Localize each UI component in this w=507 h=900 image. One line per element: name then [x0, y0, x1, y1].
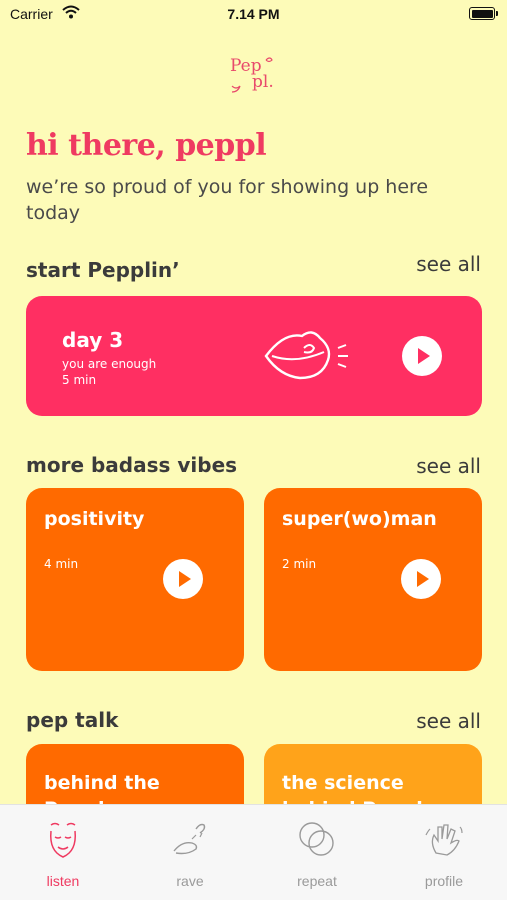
tab-label: repeat	[297, 873, 337, 889]
smiling-face-icon	[50, 822, 76, 858]
session-card-superwoman[interactable]: super(wo)man 2 min	[264, 488, 482, 671]
session-card-duration: 2 min	[282, 557, 317, 571]
see-all-pep-talk-link[interactable]: see all	[416, 709, 481, 733]
tab-repeat[interactable]: repeat	[254, 805, 380, 900]
see-all-start-link[interactable]: see all	[416, 252, 481, 276]
status-bar: Carrier 7.14 PM	[0, 0, 507, 30]
featured-card-subtitle: you are enough	[62, 357, 157, 371]
featured-card-title: day 3	[62, 328, 124, 352]
repeat-circles-icon	[299, 822, 334, 856]
featured-card-duration: 5 min	[62, 373, 97, 387]
session-card-title: positivity	[44, 508, 145, 530]
status-time: 7.14 PM	[227, 6, 280, 22]
lips-doodle-icon	[264, 331, 348, 380]
session-card-duration: 4 min	[44, 557, 79, 571]
peppl-logo: Pep pl.	[222, 54, 284, 98]
page-title: hi there, peppl	[26, 128, 267, 163]
tab-rave[interactable]: rave	[127, 805, 253, 900]
play-icon	[417, 571, 429, 587]
featured-play-button[interactable]	[402, 336, 442, 376]
tab-profile[interactable]: profile	[381, 805, 507, 900]
section-title-start: start Pepplin’	[26, 258, 180, 282]
tab-label: listen	[46, 873, 80, 889]
play-icon	[179, 571, 191, 587]
section-title-vibes: more badass vibes	[26, 453, 238, 477]
session-card-positivity[interactable]: positivity 4 min	[26, 488, 244, 671]
section-title-pep-talk: pep talk	[26, 708, 119, 732]
play-icon	[418, 348, 430, 364]
play-button-superwoman[interactable]	[401, 559, 441, 599]
tab-label: rave	[176, 873, 204, 889]
play-button-positivity[interactable]	[163, 559, 203, 599]
battery-icon	[469, 7, 498, 20]
tab-bar: listen rave repeat profile	[0, 804, 507, 900]
rave-hands-icon	[173, 823, 206, 855]
see-all-vibes-link[interactable]: see all	[416, 454, 481, 478]
page-subtitle: we’re so proud of you for showing up her…	[26, 176, 429, 224]
tab-listen[interactable]: listen	[0, 805, 126, 900]
hand-wave-icon	[425, 824, 463, 856]
logo-doodle-icon	[231, 57, 273, 93]
session-card-title: super(wo)man	[282, 508, 437, 530]
tab-label: profile	[424, 873, 464, 889]
featured-session-card[interactable]: day 3 you are enough 5 min	[26, 296, 482, 416]
